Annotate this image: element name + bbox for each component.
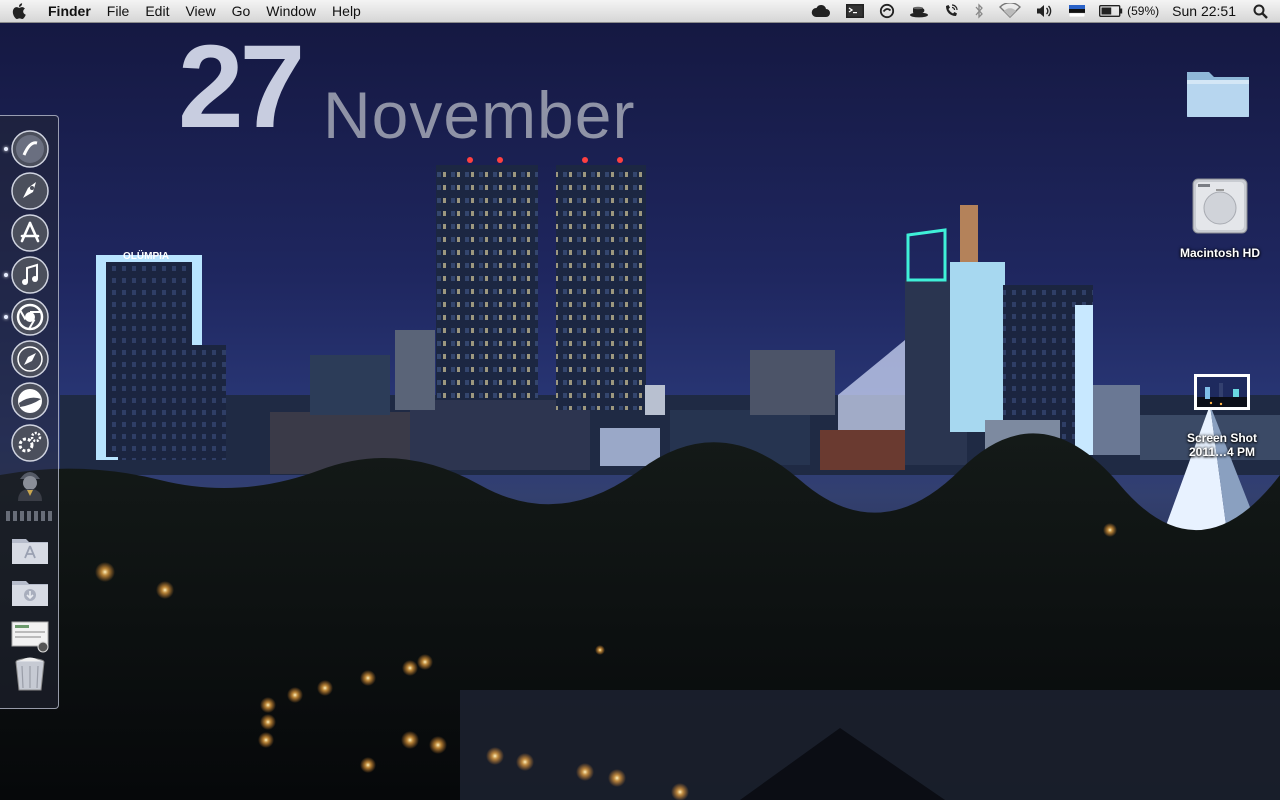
system-preferences-icon xyxy=(11,424,49,462)
desktop-screenshot-file[interactable] xyxy=(1193,373,1251,411)
hard-drive-icon xyxy=(1192,178,1248,234)
date-day: 27 xyxy=(178,21,305,153)
screenshot-label-line1: Screen Shot xyxy=(1186,431,1258,445)
dock-trash[interactable] xyxy=(10,654,50,694)
apple-logo-icon[interactable] xyxy=(0,2,40,20)
battery-icon xyxy=(1099,5,1123,17)
dock-launchpad[interactable] xyxy=(10,171,50,211)
spotlight-search-icon[interactable] xyxy=(1246,0,1280,22)
dock-itunes[interactable] xyxy=(10,255,50,295)
menu-go[interactable]: Go xyxy=(224,0,259,22)
menu-app-finder[interactable]: Finder xyxy=(40,0,99,22)
alfred-icon xyxy=(18,472,42,501)
dock-google-earth[interactable] xyxy=(10,381,50,421)
bluetooth-icon[interactable] xyxy=(966,0,992,22)
sync-icon[interactable] xyxy=(872,0,902,22)
running-indicator xyxy=(4,147,8,151)
dock-alfred[interactable] xyxy=(10,463,50,503)
macintosh-hd-label: Macintosh HD xyxy=(1179,246,1260,260)
downloads-folder-icon xyxy=(12,581,48,606)
trash-icon xyxy=(15,657,45,691)
folder-icon xyxy=(1187,72,1249,117)
date-month: November xyxy=(323,78,636,152)
coffee-cup-icon[interactable] xyxy=(902,0,936,22)
menu-clock[interactable]: Sun 22:51 xyxy=(1166,3,1246,19)
desktop-folder[interactable] xyxy=(1184,66,1252,120)
itunes-icon xyxy=(11,256,49,294)
launchpad-icon xyxy=(11,172,49,210)
screenshot-thumbnail-icon xyxy=(1194,374,1250,410)
dock-safari[interactable] xyxy=(10,339,50,379)
dock-app-store[interactable] xyxy=(10,213,50,253)
dock-downloads-folder[interactable] xyxy=(10,571,50,611)
dock-separator xyxy=(6,511,52,521)
dock-system-preferences[interactable] xyxy=(10,423,50,463)
battery-percentage: (59%) xyxy=(1127,4,1160,18)
cloud-icon[interactable] xyxy=(804,0,838,22)
menu-view[interactable]: View xyxy=(177,0,223,22)
svg-text:OLÜMPIA: OLÜMPIA xyxy=(123,249,169,262)
estonia-flag-icon[interactable] xyxy=(1062,0,1092,22)
running-indicator xyxy=(4,273,8,277)
dock-document-stack[interactable] xyxy=(10,614,50,654)
dock xyxy=(0,115,59,709)
menu-edit[interactable]: Edit xyxy=(137,0,177,22)
volume-icon[interactable] xyxy=(1028,0,1062,22)
google-earth-icon xyxy=(11,382,49,420)
desktop-macintosh-hd[interactable] xyxy=(1190,175,1250,237)
safari-icon xyxy=(11,340,49,378)
app-store-icon xyxy=(11,214,49,252)
terminal-icon[interactable] xyxy=(838,0,872,22)
screenshot-label-line2: 2011…4 PM xyxy=(1188,445,1256,459)
battery-status[interactable]: (59%) xyxy=(1092,0,1166,22)
chrome-icon xyxy=(11,298,49,336)
phone-signal-icon[interactable] xyxy=(936,0,966,22)
document-stack-icon xyxy=(11,621,49,653)
finder-icon xyxy=(11,130,49,168)
dock-chrome[interactable] xyxy=(10,297,50,337)
menu-file[interactable]: File xyxy=(99,0,138,22)
menu-bar: Finder File Edit View Go Window Help (59… xyxy=(0,0,1280,23)
menu-window[interactable]: Window xyxy=(258,0,324,22)
menu-help[interactable]: Help xyxy=(324,0,369,22)
wifi-icon[interactable] xyxy=(992,0,1028,22)
running-indicator xyxy=(4,315,8,319)
applications-folder-icon xyxy=(12,539,48,564)
screenshot-file-label: Screen Shot 2011…4 PM xyxy=(1172,431,1272,459)
dock-applications-folder[interactable] xyxy=(10,529,50,569)
dock-finder[interactable] xyxy=(10,129,50,169)
